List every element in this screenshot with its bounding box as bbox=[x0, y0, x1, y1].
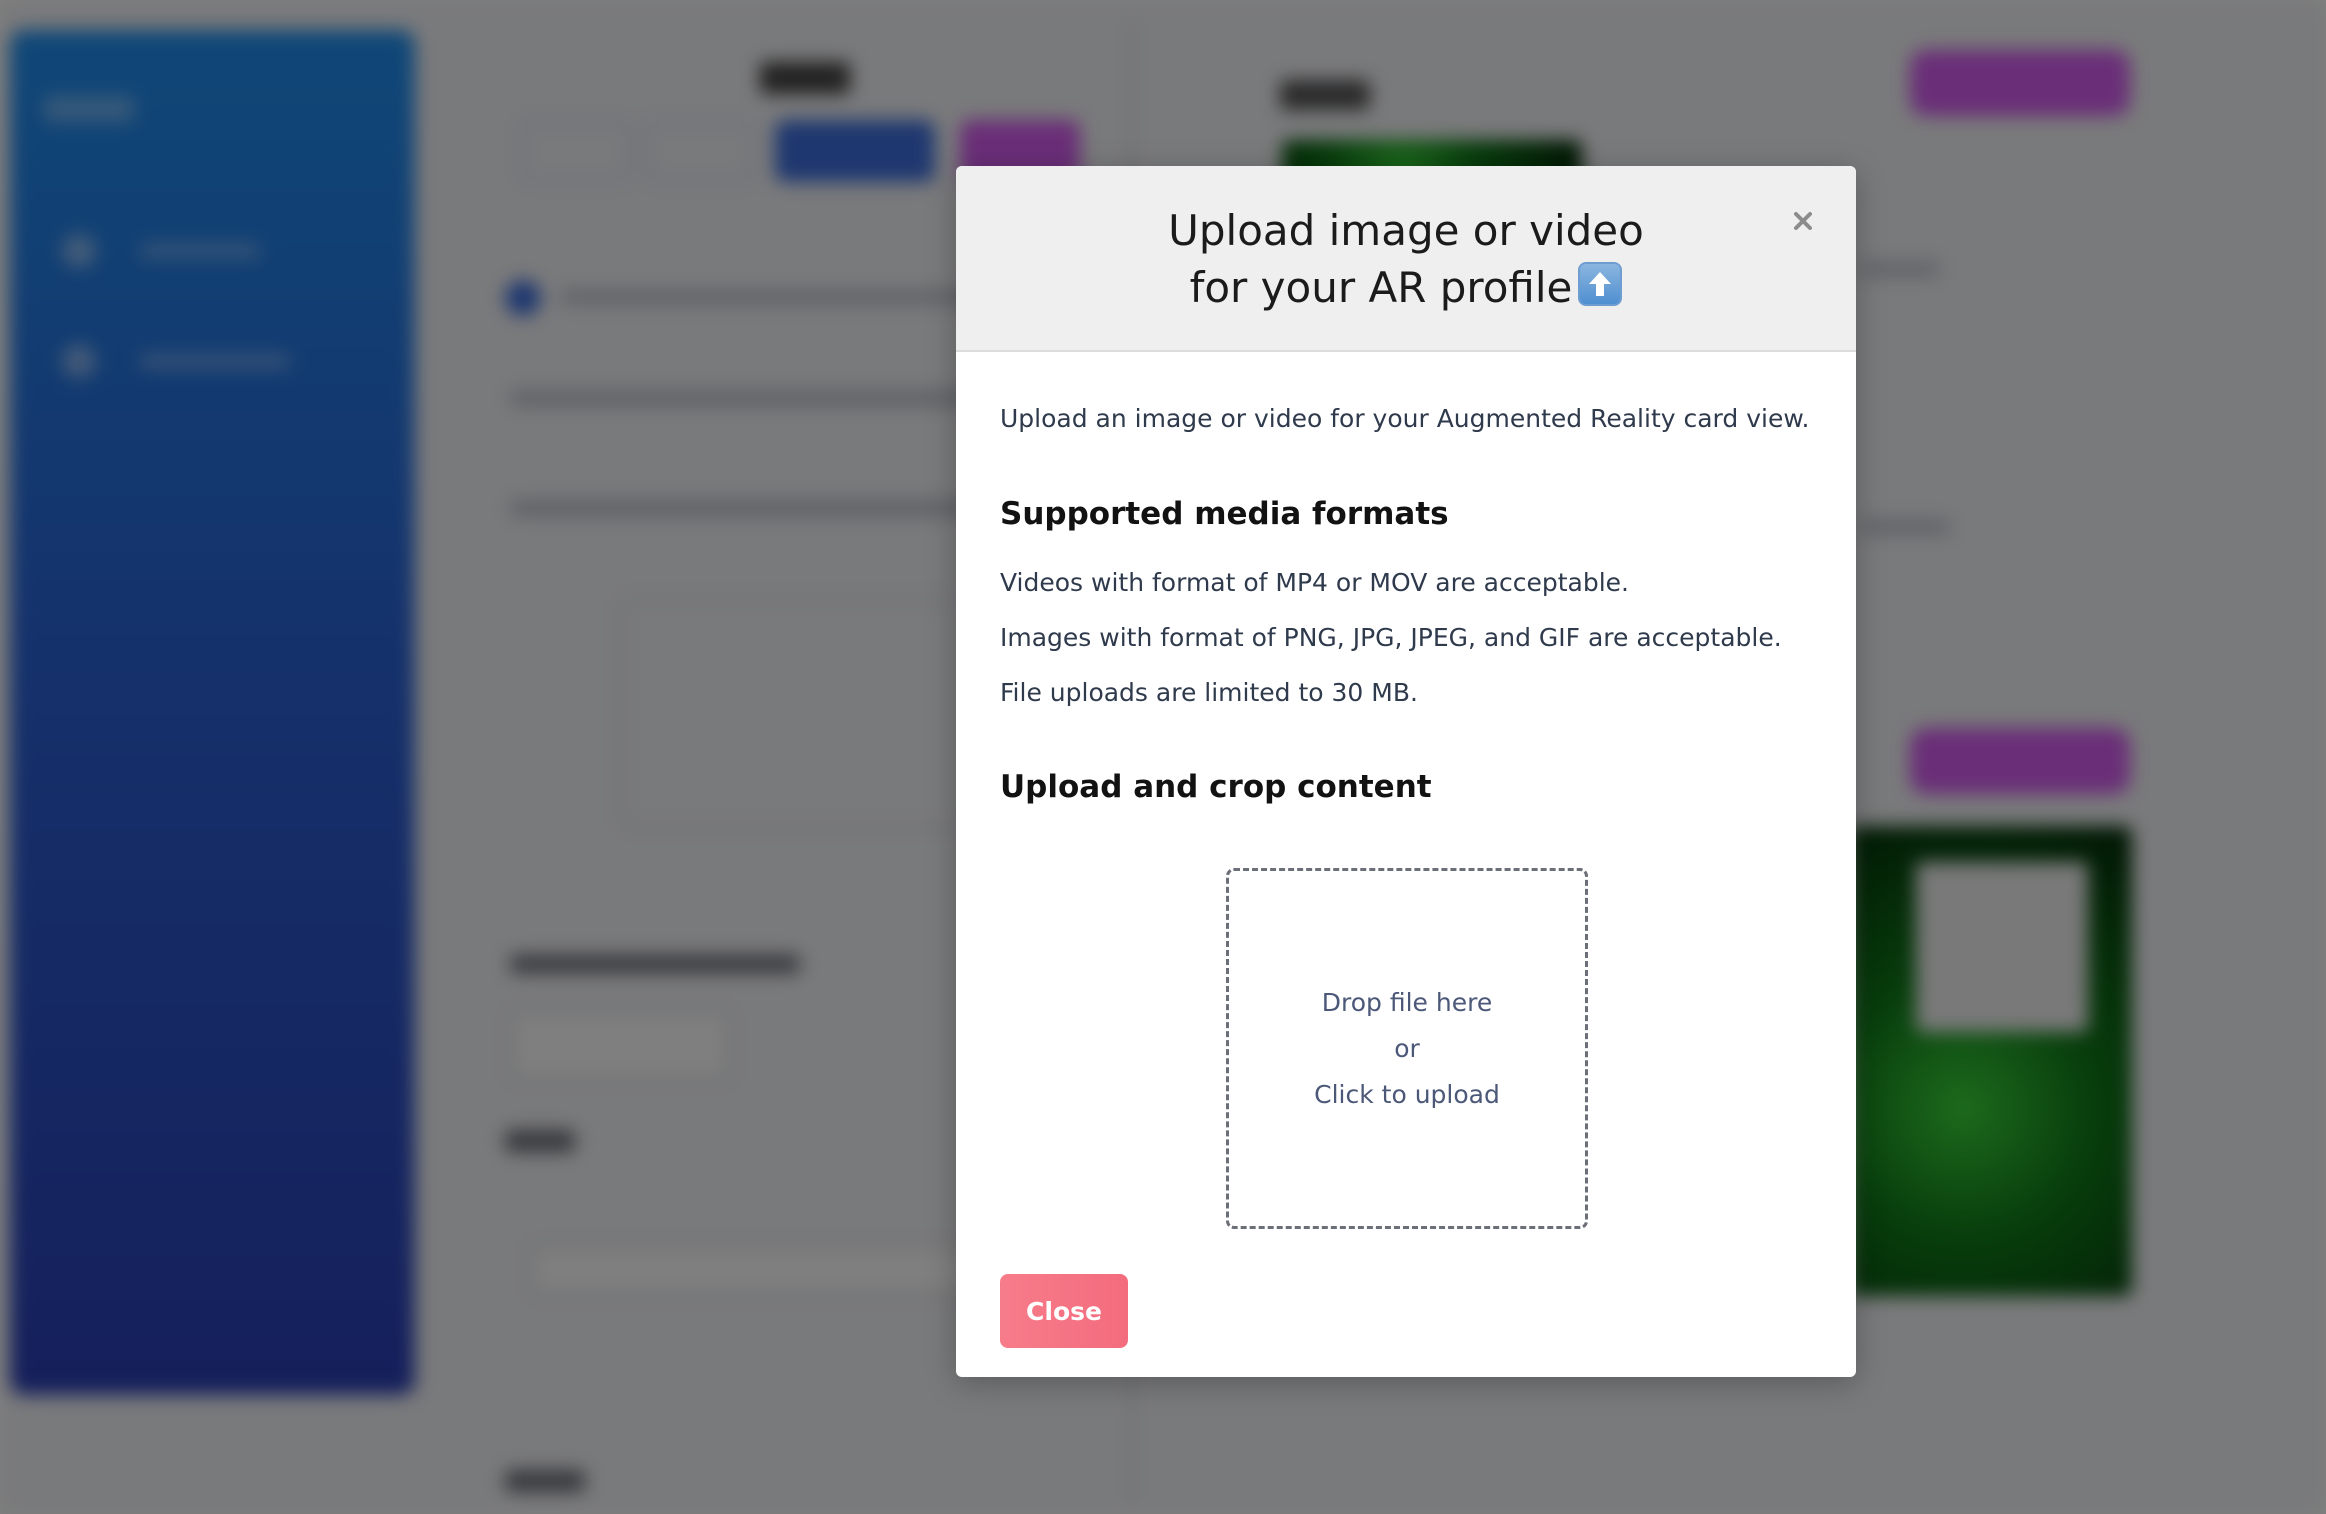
close-button[interactable]: Close bbox=[1000, 1274, 1128, 1348]
dropzone-or-text: or bbox=[1394, 1033, 1420, 1063]
up-arrow-icon bbox=[1578, 262, 1623, 306]
dropzone-drop-text: Drop file here bbox=[1321, 987, 1493, 1017]
format-video: Videos with format of MP4 or MOV are acc… bbox=[1000, 568, 1629, 597]
upload-modal: Upload image or video for your AR profil… bbox=[956, 166, 1856, 1377]
modal-header: Upload image or video for your AR profil… bbox=[956, 166, 1856, 352]
formats-list: Videos with format of MP4 or MOV are acc… bbox=[1000, 566, 1812, 710]
intro-text: Upload an image or video for your Augmen… bbox=[1000, 404, 1810, 433]
formats-heading: Supported media formats bbox=[1000, 496, 1449, 532]
modal-title: Upload image or video for your AR profil… bbox=[956, 202, 1856, 316]
dropzone-click-text: Click to upload bbox=[1314, 1079, 1500, 1109]
format-image: Images with format of PNG, JPG, JPEG, an… bbox=[1000, 623, 1782, 652]
upload-heading: Upload and crop content bbox=[1000, 769, 1432, 805]
modal-title-text: Upload image or video for your AR profil… bbox=[1168, 206, 1644, 312]
format-size-limit: File uploads are limited to 30 MB. bbox=[1000, 678, 1418, 707]
close-icon[interactable] bbox=[1788, 206, 1818, 236]
file-dropzone[interactable]: Drop file here or Click to upload bbox=[1226, 868, 1588, 1229]
modal-body: Upload an image or video for your Augmen… bbox=[956, 352, 1856, 807]
